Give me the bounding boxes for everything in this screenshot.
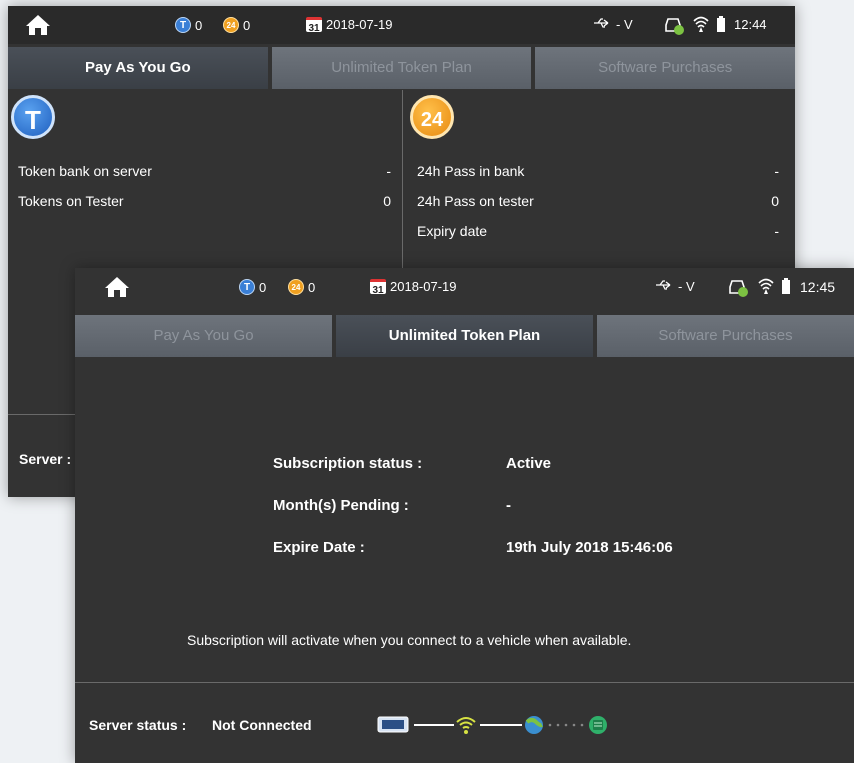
battery-icon (782, 278, 790, 294)
panel-divider (402, 90, 403, 270)
token-bank-label: Token bank on server (18, 163, 152, 179)
calendar-icon: 31 (306, 17, 322, 34)
clock-text: 12:45 (800, 279, 836, 295)
status-bar: T 0 24 0 31 2018-07-19 - V 12:45 (75, 268, 854, 306)
activation-message: Subscription will activate when you conn… (187, 632, 632, 648)
tab-unlimited-token-plan[interactable]: Unlimited Token Plan (336, 315, 593, 357)
tokens-on-tester-label: Tokens on Tester (18, 193, 124, 209)
tab-software-purchases[interactable]: Software Purchases (535, 47, 796, 89)
clock-text: 12:44 (734, 17, 767, 32)
subscription-status-label: Subscription status : (273, 455, 423, 472)
tab-bar: Pay As You Go Unlimited Token Plan Softw… (75, 315, 854, 357)
pass-in-bank-value: - (774, 163, 779, 179)
calendar-icon: 31 (370, 279, 386, 296)
tab-software-purchases[interactable]: Software Purchases (597, 315, 854, 357)
token-counter: T 0 (239, 279, 266, 295)
token-icon: T (175, 17, 191, 33)
battery-icon (717, 16, 725, 32)
footer-divider (8, 414, 75, 415)
tab-pay-as-you-go[interactable]: Pay As You Go (75, 315, 332, 357)
token-count: 0 (259, 279, 267, 295)
front-screen: T 0 24 0 31 2018-07-19 - V 12:45 Pay As … (75, 268, 854, 763)
expire-date-label: Expire Date : (273, 539, 365, 556)
status-bar: T 0 24 0 31 2018-07-19 - V 12:44 (8, 6, 795, 44)
date-display: 31 2018-07-19 (370, 279, 457, 296)
server-label: Server : (19, 451, 72, 467)
24h-pass-icon: 24 (288, 279, 304, 295)
wifi-icon (758, 277, 774, 295)
voltage-text: - V (678, 279, 695, 294)
token-counter: T 0 (175, 17, 202, 33)
expiry-date-label: Expiry date (417, 223, 488, 239)
token-bank-value: - (386, 163, 391, 179)
pass-count: 0 (308, 279, 316, 295)
voltage-text: - V (616, 17, 633, 32)
home-icon[interactable] (104, 276, 130, 298)
home-icon[interactable] (25, 14, 51, 36)
tab-bar: Pay As You Go Unlimited Token Plan Softw… (8, 47, 796, 89)
date-text: 2018-07-19 (326, 17, 393, 32)
pass-counter: 24 0 (288, 279, 315, 295)
24h-pass-icon: 24 (223, 17, 239, 33)
server-status-value: Not Connected (212, 717, 312, 733)
pass-on-tester-label: 24h Pass on tester (417, 193, 534, 209)
wifi-icon (693, 15, 709, 33)
expiry-date-value: - (774, 223, 779, 239)
pass-counter: 24 0 (223, 17, 250, 33)
connection-chain-icon (376, 713, 636, 742)
usb-icon (655, 279, 673, 291)
subscription-status-value: Active (506, 455, 552, 472)
tokens-on-tester-value: 0 (383, 193, 391, 209)
date-display: 31 2018-07-19 (306, 17, 393, 34)
pass-count: 0 (243, 17, 251, 33)
token-icon: T (239, 279, 255, 295)
tab-pay-as-you-go[interactable]: Pay As You Go (8, 47, 268, 89)
date-text: 2018-07-19 (390, 279, 457, 294)
months-pending-label: Month(s) Pending : (273, 497, 409, 514)
expire-date-value: 19th July 2018 15:46:06 (506, 539, 673, 556)
usb-icon (593, 17, 611, 29)
footer-divider (75, 682, 854, 683)
server-status-label: Server status : (89, 717, 187, 733)
pass-in-bank-label: 24h Pass in bank (417, 163, 525, 179)
months-pending-value: - (506, 497, 511, 514)
vehicle-connection-icon (727, 277, 749, 297)
token-coin-icon: T (11, 95, 55, 139)
pass-on-tester-value: 0 (771, 193, 779, 209)
token-count: 0 (195, 17, 203, 33)
tab-unlimited-token-plan[interactable]: Unlimited Token Plan (271, 47, 532, 89)
24h-pass-coin-icon: 24 (410, 95, 454, 139)
vehicle-connection-icon (663, 15, 685, 35)
